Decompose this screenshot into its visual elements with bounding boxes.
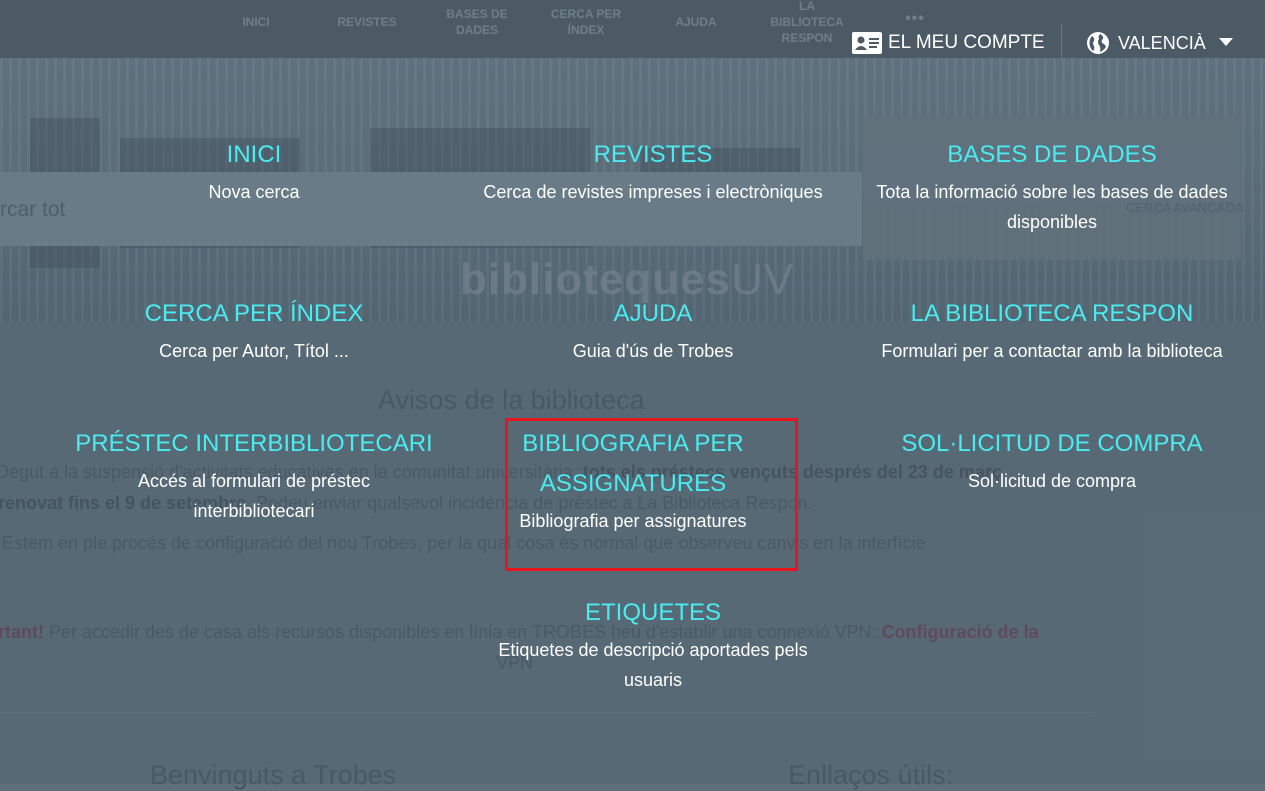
- menu-tile-title[interactable]: LA BIBLIOTECA RESPON: [862, 294, 1242, 334]
- menu-tile-la-biblioteca-respon[interactable]: LA BIBLIOTECA RESPON Formulari per a con…: [862, 294, 1242, 366]
- nav-revistes[interactable]: REVISTES: [325, 14, 409, 30]
- menu-tile-sol-licitud-de-compra[interactable]: SOL·LICITUD DE COMPRA Sol·licitud de com…: [862, 424, 1242, 496]
- menu-tile-title[interactable]: AJUDA: [463, 294, 843, 334]
- menu-tile-desc: Formulari per a contactar amb la bibliot…: [881, 341, 1223, 361]
- menu-tile-desc: Cerca de revistes impreses i electròniqu…: [483, 182, 823, 202]
- nav-cerca-per-index[interactable]: CERCA PER ÍNDEX: [545, 6, 627, 38]
- id-card-icon: [852, 32, 882, 54]
- menu-tile-revistes[interactable]: REVISTES Cerca de revistes impreses i el…: [463, 135, 843, 207]
- menu-tile-title[interactable]: PRÉSTEC INTERBIBLIOTECARI: [64, 424, 444, 464]
- globe-icon: [1087, 32, 1109, 54]
- menu-tile-desc: Sol·licitud de compra: [967, 471, 1137, 491]
- menu-tile-title[interactable]: CERCA PER ÍNDEX: [64, 294, 444, 334]
- menu-tile-title[interactable]: INICI: [64, 135, 444, 175]
- nav-ajuda[interactable]: AJUDA: [666, 14, 726, 30]
- nav-more-button[interactable]: •••: [905, 10, 925, 28]
- menu-tile-desc: Guia d'ús de Trobes: [572, 341, 734, 361]
- menu-tile-prestec-interbibliotecari[interactable]: PRÉSTEC INTERBIBLIOTECARI Accés al formu…: [64, 424, 444, 526]
- menu-tile-etiquetes[interactable]: ETIQUETES Etiquetes de descripció aporta…: [463, 593, 843, 695]
- nav-bases-de-dades[interactable]: BASES DE DADES: [436, 6, 518, 38]
- menu-tile-bases-de-dades[interactable]: BASES DE DADES Tota la informació sobre …: [862, 135, 1242, 237]
- menu-tile-title[interactable]: BASES DE DADES: [862, 135, 1242, 175]
- my-account-label: EL MEU COMPTE: [888, 32, 1045, 53]
- top-navigation-bar: INICI REVISTES BASES DE DADES CERCA PER …: [0, 0, 1265, 62]
- menu-tile-title[interactable]: ETIQUETES: [463, 593, 843, 633]
- my-account-button[interactable]: EL MEU COMPTE: [852, 28, 1045, 58]
- menu-tile-cerca-per-index[interactable]: CERCA PER ÍNDEX Cerca per Autor, Títol .…: [64, 294, 444, 366]
- menu-tile-title[interactable]: SOL·LICITUD DE COMPRA: [862, 424, 1242, 464]
- highlight-box: [505, 418, 798, 571]
- chevron-down-icon[interactable]: [1219, 38, 1233, 46]
- topbar-divider: [1061, 24, 1062, 62]
- menu-tile-desc: Cerca per Autor, Títol ...: [159, 341, 349, 361]
- menu-tile-desc: Tota la informació sobre les bases de da…: [876, 182, 1228, 232]
- menu-tile-inici[interactable]: INICI Nova cerca: [64, 135, 444, 207]
- menu-tile-desc: Etiquetes de descripció aportades pels u…: [498, 640, 808, 690]
- language-label: VALENCIÀ: [1118, 32, 1206, 53]
- menu-tile-ajuda[interactable]: AJUDA Guia d'ús de Trobes: [463, 294, 843, 366]
- nav-la-biblioteca-respon[interactable]: LA BIBLIOTECA RESPON: [764, 0, 850, 46]
- language-selector[interactable]: VALENCIÀ: [1086, 28, 1206, 58]
- menu-tile-title[interactable]: REVISTES: [463, 135, 843, 175]
- nav-inici[interactable]: INICI: [226, 14, 286, 30]
- menu-tile-desc: Accés al formulari de préstec interbibli…: [137, 471, 371, 521]
- menu-tile-desc: Nova cerca: [208, 182, 300, 202]
